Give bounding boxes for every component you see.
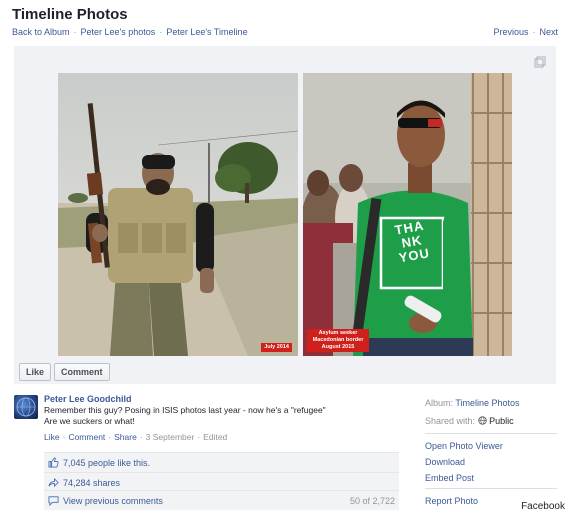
post-date[interactable]: 3 September — [146, 431, 195, 443]
post-text-line: Are we suckers or what! — [44, 416, 135, 426]
post-author[interactable]: Peter Lee Goodchild — [44, 393, 404, 405]
sidebar-divider — [425, 433, 557, 434]
view-previous-comments[interactable]: View previous comments — [63, 496, 163, 506]
post-share-link[interactable]: Share — [114, 431, 137, 443]
sidebar-divider — [425, 488, 557, 489]
photo-actions: Like Comment — [19, 363, 110, 381]
photo-left-image — [58, 73, 298, 356]
embed-post-link[interactable]: Embed Post — [425, 472, 557, 484]
comments-row: View previous comments 50 of 2,722 — [44, 490, 399, 510]
breadcrumb-timeline[interactable]: Peter Lee's Timeline — [166, 27, 247, 37]
photo-right-man: THA NK YOU Asylum seeker Macedonian bord… — [303, 73, 512, 356]
post-text-line: Remember this guy? Posing in ISIS photos… — [44, 405, 326, 415]
likes-row: 7,045 people like this. — [44, 452, 399, 472]
photo-stage: July 2014 THA NK YOU Asylum seeker Maced… — [14, 46, 556, 384]
photo-left-fighter: July 2014 — [58, 73, 298, 356]
share-arrow-icon — [48, 477, 59, 488]
meta-separator: · — [139, 432, 143, 442]
expand-icon[interactable] — [534, 56, 546, 68]
post-like-link[interactable]: Like — [44, 431, 60, 443]
likes-count[interactable]: 7,045 people like this. — [63, 458, 150, 468]
breadcrumb-back-to-album[interactable]: Back to Album — [12, 27, 70, 37]
avatar-globe-icon — [16, 397, 36, 417]
globe-icon — [477, 416, 487, 425]
meta-separator: · — [62, 432, 66, 442]
caption-line: August 2015 — [321, 344, 355, 350]
photo-pager: Previous · Next — [493, 27, 558, 37]
privacy-value[interactable]: Public — [489, 416, 514, 426]
thumbs-up-icon — [48, 457, 59, 468]
post-edited[interactable]: Edited — [203, 431, 227, 443]
comment-button[interactable]: Comment — [54, 363, 110, 381]
previous-link[interactable]: Previous — [493, 27, 528, 37]
breadcrumb: Back to Album · Peter Lee's photos · Pet… — [12, 27, 248, 37]
photo-sidebar: Album: Timeline Photos Shared with: Publ… — [425, 397, 557, 511]
post-comment-link[interactable]: Comment — [68, 431, 105, 443]
post-body: Peter Lee Goodchild Remember this guy? P… — [44, 393, 404, 443]
caption-line: Macedonian border — [312, 337, 364, 343]
album-row: Album: Timeline Photos — [425, 397, 557, 409]
caption-line: Asylum seeker — [318, 330, 358, 336]
page-title: Timeline Photos — [12, 6, 128, 23]
shares-count[interactable]: 74,284 shares — [63, 478, 120, 488]
facebook-watermark: Facebook — [521, 501, 565, 512]
photo-right-image — [303, 73, 512, 356]
breadcrumb-separator: · — [159, 27, 163, 37]
breadcrumb-photos[interactable]: Peter Lee's photos — [81, 27, 156, 37]
shares-row: 74,284 shares — [44, 472, 399, 492]
breadcrumb-separator: · — [73, 27, 77, 37]
post-meta: Like · Comment · Share · 3 September · E… — [44, 431, 404, 443]
photo-caption-tag: Asylum seeker Macedonian border August 2… — [307, 329, 369, 352]
album-link[interactable]: Timeline Photos — [455, 398, 519, 408]
next-link[interactable]: Next — [539, 27, 558, 37]
like-button[interactable]: Like — [19, 363, 52, 381]
album-label: Album: — [425, 398, 454, 408]
open-photo-viewer-link[interactable]: Open Photo Viewer — [425, 440, 557, 452]
privacy-row: Shared with: Public — [425, 415, 557, 427]
download-link[interactable]: Download — [425, 456, 557, 468]
shared-with-label: Shared with: — [425, 416, 476, 426]
comment-bubble-icon — [48, 496, 59, 506]
meta-separator: · — [197, 432, 201, 442]
photo-date-tag: July 2014 — [261, 343, 292, 352]
pager-separator: · — [532, 27, 536, 37]
comment-count: 50 of 2,722 — [349, 495, 395, 506]
avatar[interactable] — [14, 395, 38, 419]
meta-separator: · — [108, 432, 112, 442]
